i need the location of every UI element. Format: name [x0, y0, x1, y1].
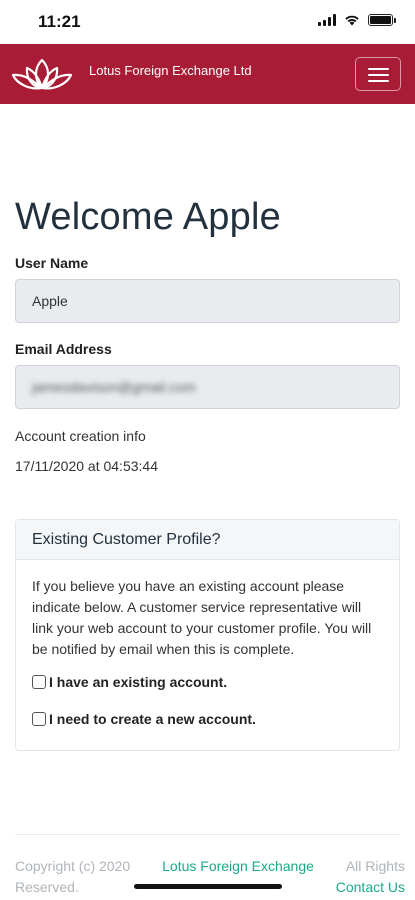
- existing-account-label: I have an existing account.: [49, 674, 228, 690]
- new-account-label: I need to create a new account.: [49, 711, 256, 727]
- top-navbar: Lotus Foreign Exchange Ltd: [0, 44, 415, 104]
- home-indicator[interactable]: [134, 884, 282, 889]
- reserved-text: Reserved.: [15, 879, 79, 895]
- email-field[interactable]: jamesdavison@gmail.com: [15, 365, 400, 409]
- existing-profile-card: Existing Customer Profile? If you believ…: [15, 519, 400, 751]
- signal-icon: [318, 14, 336, 26]
- company-link[interactable]: Lotus Foreign Exchange: [162, 856, 314, 877]
- card-header: Existing Customer Profile?: [16, 520, 399, 560]
- brand-name[interactable]: Lotus Foreign Exchange Ltd: [89, 63, 252, 78]
- all-rights-text: All Rights: [345, 858, 405, 874]
- new-account-option[interactable]: I need to create a new account.: [32, 711, 256, 727]
- new-account-checkbox[interactable]: [32, 712, 46, 726]
- menu-toggle-button[interactable]: [355, 57, 401, 91]
- account-creation-date: 17/11/2020 at 04:53:44: [15, 458, 158, 474]
- account-info-label: Account creation info: [15, 428, 146, 444]
- wifi-icon: [345, 15, 359, 26]
- username-field[interactable]: Apple: [15, 279, 400, 323]
- existing-account-option[interactable]: I have an existing account.: [32, 674, 227, 690]
- email-value: jamesdavison@gmail.com: [32, 379, 196, 395]
- username-value: Apple: [32, 293, 68, 309]
- lotus-logo-icon[interactable]: [10, 54, 74, 94]
- status-icons: [318, 14, 396, 26]
- copyright-text: Copyright (c) 2020: [15, 858, 131, 874]
- card-body-text: If you believe you have an existing acco…: [32, 578, 372, 657]
- status-bar: 11:21: [0, 0, 415, 44]
- contact-us-link[interactable]: Contact Us: [336, 877, 405, 898]
- footer-divider: [15, 834, 400, 835]
- email-label: Email Address: [15, 341, 112, 357]
- username-label: User Name: [15, 255, 89, 271]
- footer: Copyright (c) 2020 Lotus Foreign Exchang…: [15, 856, 405, 898]
- hamburger-icon: [368, 68, 389, 70]
- page-title: Welcome Apple: [15, 196, 281, 238]
- existing-account-checkbox[interactable]: [32, 675, 46, 689]
- battery-icon: [368, 14, 396, 26]
- status-time: 11:21: [38, 12, 81, 31]
